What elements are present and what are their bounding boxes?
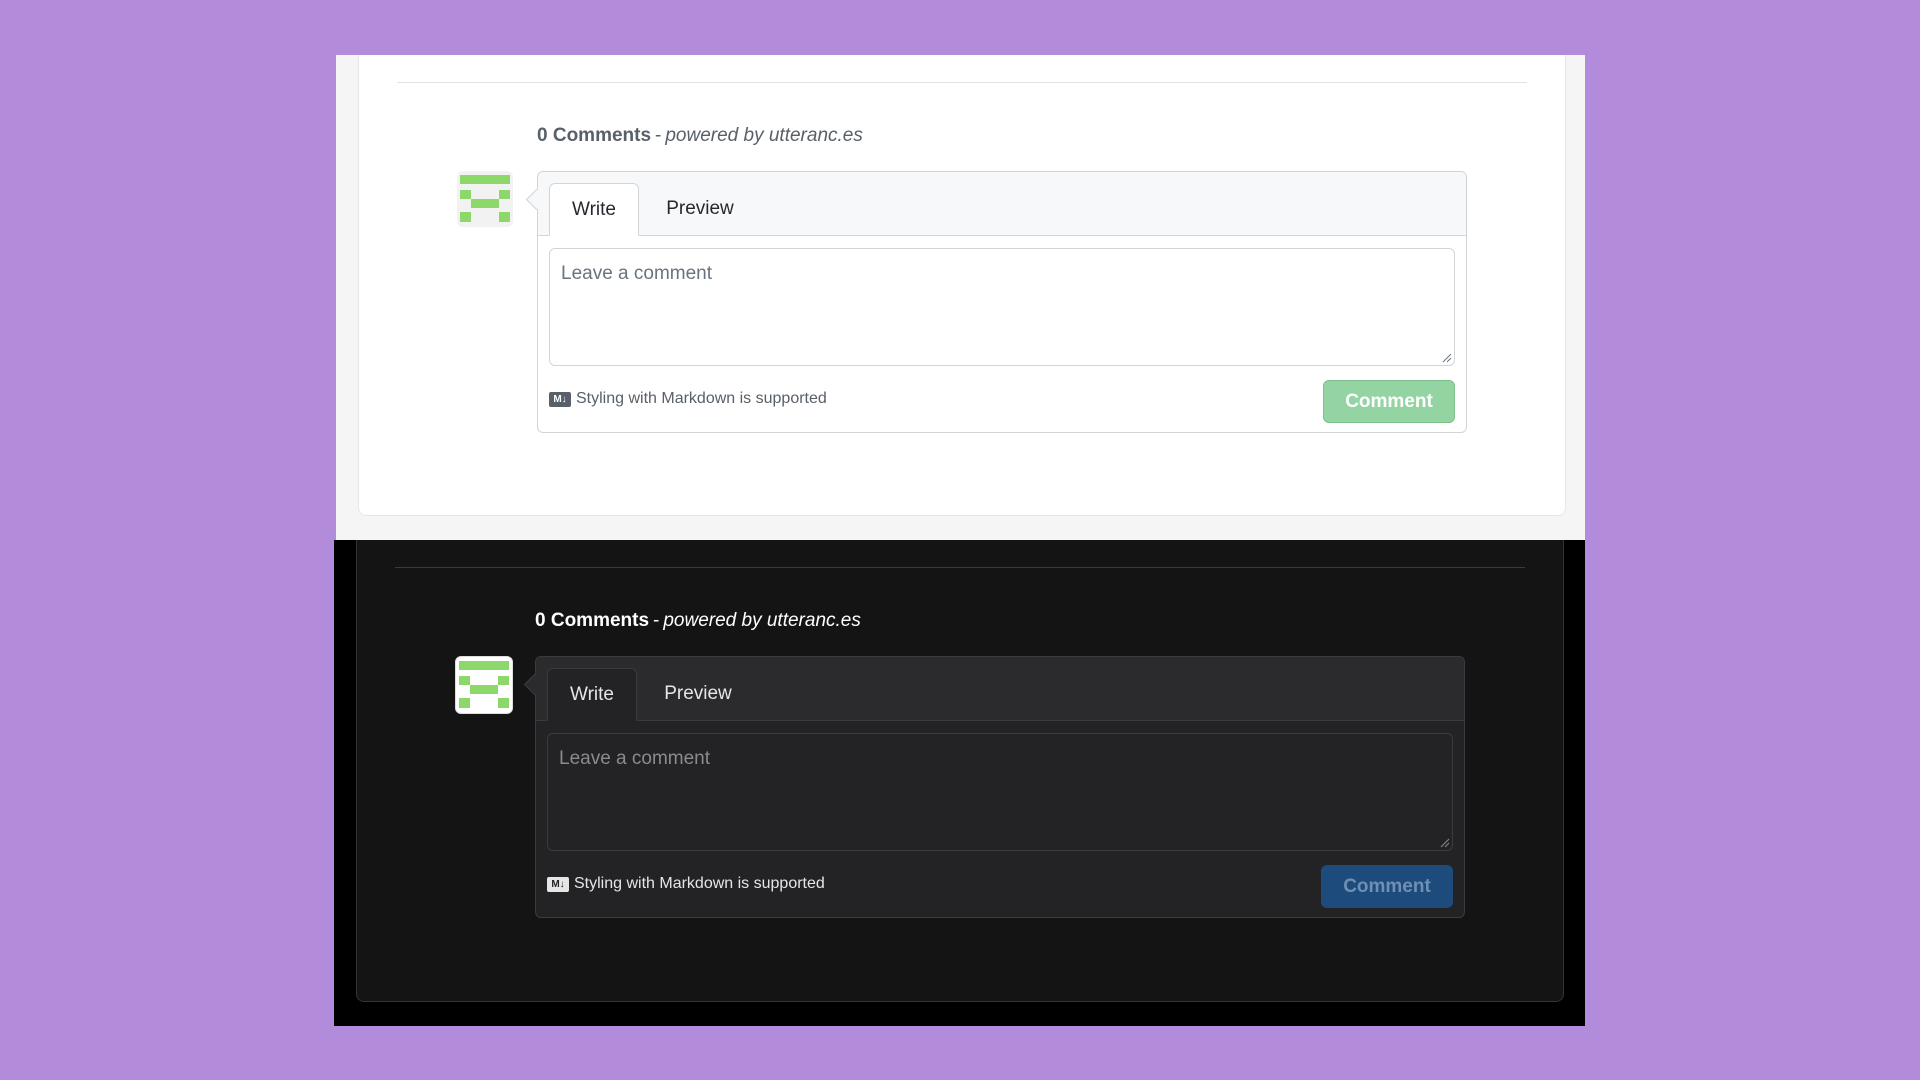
comment-count: 0 Comments: [535, 610, 650, 631]
comment-textarea[interactable]: [549, 248, 1455, 366]
dark-comments-card: 0 Comments - powered by utteranc.es Write …: [356, 540, 1564, 1002]
markdown-icon: M↓: [547, 876, 569, 892]
powered-by-link[interactable]: powered by utteranc.es: [665, 125, 863, 146]
comments-header: 0 Comments - powered by utteranc.es: [537, 125, 863, 147]
resize-grip-icon[interactable]: [1442, 353, 1452, 363]
resize-grip-icon[interactable]: [1440, 838, 1450, 848]
light-comments-card: 0 Comments - powered by utteranc.es Write …: [358, 55, 1566, 516]
comments-header: 0 Comments - powered by utteranc.es: [535, 610, 861, 632]
comment-submit-button[interactable]: Comment: [1321, 865, 1453, 908]
identicon-avatar[interactable]: [455, 656, 513, 714]
avatar-identicon-icon: [460, 175, 510, 222]
light-theme-panel: 0 Comments - powered by utteranc.es Write …: [336, 55, 1585, 540]
markdown-note[interactable]: M↓ Styling with Markdown is supported: [549, 390, 827, 408]
tab-write[interactable]: Write: [549, 183, 639, 236]
comment-form: Write Preview M↓ Styling with Markdown i…: [537, 171, 1467, 433]
comment-textarea[interactable]: [547, 733, 1453, 851]
comment-count: 0 Comments: [537, 125, 652, 146]
markdown-icon: M↓: [549, 391, 571, 407]
tab-bar: Write Preview: [536, 657, 1464, 721]
tab-preview[interactable]: Preview: [648, 668, 748, 720]
dark-theme-panel: 0 Comments - powered by utteranc.es Write …: [334, 540, 1585, 1026]
powered-by-link[interactable]: powered by utteranc.es: [663, 610, 861, 631]
markdown-note[interactable]: M↓ Styling with Markdown is supported: [547, 875, 825, 893]
header-separator: -: [655, 125, 662, 146]
header-separator: -: [653, 610, 660, 631]
tab-preview[interactable]: Preview: [650, 183, 750, 235]
comment-form: Write Preview M↓ Styling with Markdown i…: [535, 656, 1465, 918]
divider: [395, 567, 1525, 568]
tab-write[interactable]: Write: [547, 668, 637, 721]
avatar-identicon-icon: [459, 661, 509, 708]
identicon-avatar[interactable]: [457, 171, 513, 227]
tab-bar: Write Preview: [538, 172, 1466, 236]
divider: [397, 82, 1527, 83]
comment-submit-button[interactable]: Comment: [1323, 380, 1455, 423]
markdown-note-label: Styling with Markdown is supported: [574, 875, 825, 892]
markdown-note-label: Styling with Markdown is supported: [576, 390, 827, 407]
